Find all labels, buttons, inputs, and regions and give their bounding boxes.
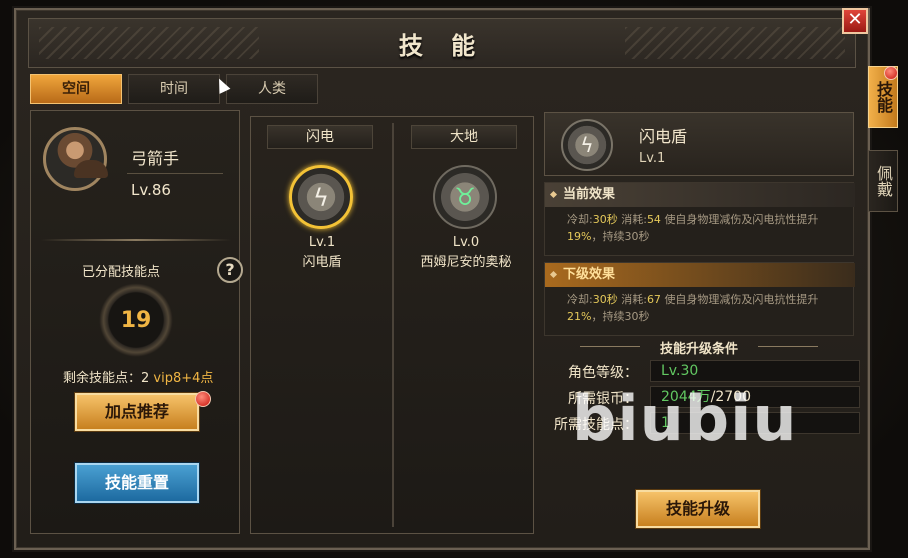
hero-class-name: 弓箭手 (131, 149, 180, 168)
skill-level-earth: Lv.0 (452, 235, 480, 250)
allocated-points-label: 已分配技能点 (81, 265, 160, 280)
next-effect-title: 下级效果 (545, 263, 855, 287)
window-title: 技 能 (398, 31, 486, 60)
section-divider (41, 239, 231, 241)
title-ornament-left (39, 27, 259, 59)
column-header-lightning: 闪电 (267, 125, 373, 149)
detail-skill-level: Lv.1 (639, 151, 666, 166)
close-button[interactable]: ✕ (842, 8, 868, 34)
hero-avatar (43, 127, 108, 191)
earth-horns-icon: ♉ (454, 183, 476, 211)
skill-detail-header: ϟ 闪电盾 Lv.1 (544, 112, 854, 176)
next-effect-box: 下级效果 冷却:30秒 消耗:67 使自身物理减伤及闪电抗性提升21%，持续30… (544, 262, 855, 336)
lightning-shield-skill-icon[interactable]: ϟ (289, 165, 353, 229)
skill-detail-panel: ϟ 闪电盾 Lv.1 当前效果 冷却:30秒 消耗:54 使自身物理减伤及闪电抗… (544, 112, 860, 536)
earth-skill-icon[interactable]: ♉ (433, 165, 497, 229)
hero-divider (127, 173, 223, 174)
lightning-icon: ϟ (313, 184, 329, 212)
side-tab-notification-dot (884, 66, 898, 80)
detail-skill-name: 闪电盾 (639, 127, 688, 146)
recommend-notification-dot (195, 391, 211, 407)
skill-name-earth: 西姆尼安的奥秘 (420, 255, 512, 270)
remaining-points: 剩余技能点：2 vip8+4点 (63, 367, 213, 386)
tab-space[interactable]: 空间 (30, 74, 122, 104)
category-tabs: 空间 时间 人类 (30, 74, 318, 104)
skill-level-lightning: Lv.1 (308, 235, 336, 250)
requirement-label: 角色等级： (568, 365, 638, 381)
requirement-role-level: 角色等级： Lv.30 (544, 360, 860, 382)
watermark: biubiu (572, 382, 798, 455)
current-effect-title: 当前效果 (545, 183, 855, 207)
current-effect-box: 当前效果 冷却:30秒 消耗:54 使自身物理减伤及闪电抗性提升19%，持续30… (544, 182, 855, 256)
title-bar: 技 能 (28, 18, 856, 68)
lightning-icon: ϟ (561, 119, 613, 171)
next-effect-text: 冷却:30秒 消耗:67 使自身物理减伤及闪电抗性提升21%，持续30秒 (567, 293, 819, 323)
skill-window: 技 能 ✕ 空间 时间 人类 弓箭手 Lv.86 已分配技能点 ? 19 剩余技… (14, 8, 870, 550)
avatar-hair (74, 160, 108, 178)
remaining-points-label: 剩余技能点：2 (63, 371, 150, 386)
column-header-earth: 大地 (411, 125, 517, 149)
side-tab-equip[interactable]: 佩戴 (868, 150, 898, 212)
skill-tree-panel: 闪电 ϟ Lv.1 闪电盾 大地 ♉ Lv.0 西姆尼安的奥秘 (250, 116, 534, 534)
upgrade-conditions-title: 技能升级条件 (544, 338, 854, 357)
recommend-button[interactable]: 加点推荐 (75, 393, 199, 431)
tab-time[interactable]: 时间 (128, 74, 220, 104)
help-icon[interactable]: ? (217, 257, 243, 283)
title-ornament-right (625, 27, 845, 59)
tab-human[interactable]: 人类 (226, 74, 318, 104)
remaining-vip-bonus: vip8+4点 (153, 371, 214, 386)
reset-skills-button[interactable]: 技能重置 (75, 463, 199, 503)
requirement-value: Lv.30 (650, 360, 860, 382)
skill-name-lightning: 闪电盾 (302, 255, 342, 270)
allocated-points-value: 19 (99, 283, 173, 357)
column-divider (392, 123, 394, 527)
hero-level: Lv.86 (131, 181, 171, 199)
upgrade-skill-button[interactable]: 技能升级 (636, 490, 760, 528)
current-effect-text: 冷却:30秒 消耗:54 使自身物理减伤及闪电抗性提升19%，持续30秒 (567, 213, 819, 243)
hero-panel: 弓箭手 Lv.86 已分配技能点 ? 19 剩余技能点：2 vip8+4点 加点… (30, 110, 243, 534)
